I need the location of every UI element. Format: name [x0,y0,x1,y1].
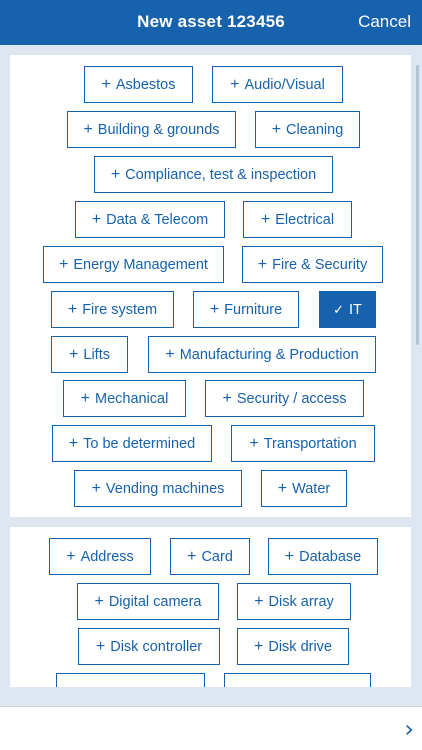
content-area[interactable]: + Asbestos + Audio/Visual + Building & grou… [0,45,422,687]
plus-icon: + [68,434,79,452]
subcategory-chip-partial[interactable] [56,673,205,687]
plus-icon: + [230,75,240,93]
category-chip-selected[interactable]: ✓ IT [319,291,376,328]
category-chip[interactable]: + Electrical [243,201,352,238]
chip-label: Electrical [275,211,335,228]
plus-icon: + [165,345,175,363]
chip-label: Mechanical [95,390,169,407]
chip-label: Lifts [83,346,110,363]
plus-icon: + [91,479,101,497]
subcategory-panel: + Address + Card + Database + Digital camera… [10,527,411,687]
subcategory-chip[interactable]: + Database [268,538,378,575]
chip-label: Vending machines [105,480,225,497]
chip-label: Energy Management [73,256,208,273]
category-chip[interactable]: + Manufacturing & Production [148,336,376,373]
plus-icon: + [284,547,295,565]
chip-label: Cleaning [286,121,344,138]
plus-icon: + [69,345,79,363]
chip-label: Manufacturing & Production [179,346,359,363]
category-chip[interactable]: + Transportation [231,425,375,462]
chip-label: To be determined [83,435,196,452]
subcategory-chip[interactable]: + Disk array [237,583,351,620]
chip-label: Building & grounds [97,121,220,138]
subcategory-chip[interactable]: + Address [49,538,151,575]
category-chip[interactable]: + Fire & Security [242,246,383,283]
category-chip[interactable]: + Asbestos [84,66,193,103]
chip-label: Security / access [236,390,347,407]
plus-icon: + [254,592,264,610]
header-bar: New asset 123456 Cancel [0,0,422,45]
chip-label: Data & Telecom [106,211,209,228]
subcategory-chip[interactable]: + Disk drive [237,628,349,665]
category-chip[interactable]: + Lifts [51,336,128,373]
plus-icon: + [187,547,197,565]
category-chip[interactable]: + To be determined [52,425,212,462]
subcategory-chip-partial[interactable] [224,673,371,687]
category-chip[interactable]: + Vending machines [74,470,242,507]
chip-label: IT [349,301,362,318]
plus-icon: + [83,120,93,138]
category-chip[interactable]: + Cleaning [255,111,360,148]
category-chip[interactable]: + Audio/Visual [212,66,343,103]
chip-label: Disk controller [110,638,203,655]
plus-icon: + [101,75,111,93]
chip-label: Database [299,548,362,565]
plus-icon: + [257,255,268,273]
plus-icon: + [271,120,282,138]
category-chip[interactable]: + Mechanical [63,380,186,417]
category-chip[interactable]: + Building & grounds [67,111,236,148]
chip-label: Address [80,548,134,565]
plus-icon: + [209,300,220,318]
chip-label: Water [292,480,331,497]
plus-icon: + [260,210,271,228]
plus-icon: + [94,592,104,610]
chip-label: Fire system [82,301,158,318]
chip-label: Disk array [268,593,334,610]
footer-bar: › [0,706,422,750]
chip-label: Digital camera [108,593,202,610]
plus-icon: + [59,255,69,273]
plus-icon: + [222,389,232,407]
plus-icon: + [91,210,102,228]
cancel-button[interactable]: Cancel [358,12,411,32]
plus-icon: + [110,165,121,183]
subcategory-chip[interactable]: + Digital camera [77,583,219,620]
chip-label: Fire & Security [272,256,368,273]
plus-icon: + [80,389,90,407]
category-chip[interactable]: + Data & Telecom [75,201,225,238]
chip-label: Furniture [224,301,283,318]
category-chip[interactable]: + Compliance, test & inspection [94,156,333,193]
category-chip[interactable]: + Furniture [193,291,299,328]
subcategory-chip[interactable]: + Card [170,538,250,575]
chip-label: Card [201,548,233,565]
chip-label: Transportation [263,435,357,452]
plus-icon: + [277,479,288,497]
category-chip[interactable]: + Security / access [205,380,364,417]
category-chip[interactable]: + Water [261,470,347,507]
category-chip[interactable]: + Energy Management [43,246,224,283]
chip-label: Disk drive [268,638,332,655]
chip-label: Audio/Visual [244,76,325,93]
plus-icon: + [66,547,76,565]
category-panel: + Asbestos + Audio/Visual + Building & grou… [10,55,411,517]
plus-icon: + [249,434,259,452]
plus-icon: + [95,637,106,655]
chip-label: Compliance, test & inspection [125,166,317,183]
next-chevron-icon[interactable]: › [404,715,414,743]
plus-icon: + [254,637,264,655]
subcategory-chip[interactable]: + Disk controller [78,628,220,665]
category-chip[interactable]: + Fire system [51,291,174,328]
scrollbar-thumb[interactable] [416,65,419,345]
check-icon: ✓ [333,302,344,317]
plus-icon: + [67,300,78,318]
chip-label: Asbestos [115,76,176,93]
